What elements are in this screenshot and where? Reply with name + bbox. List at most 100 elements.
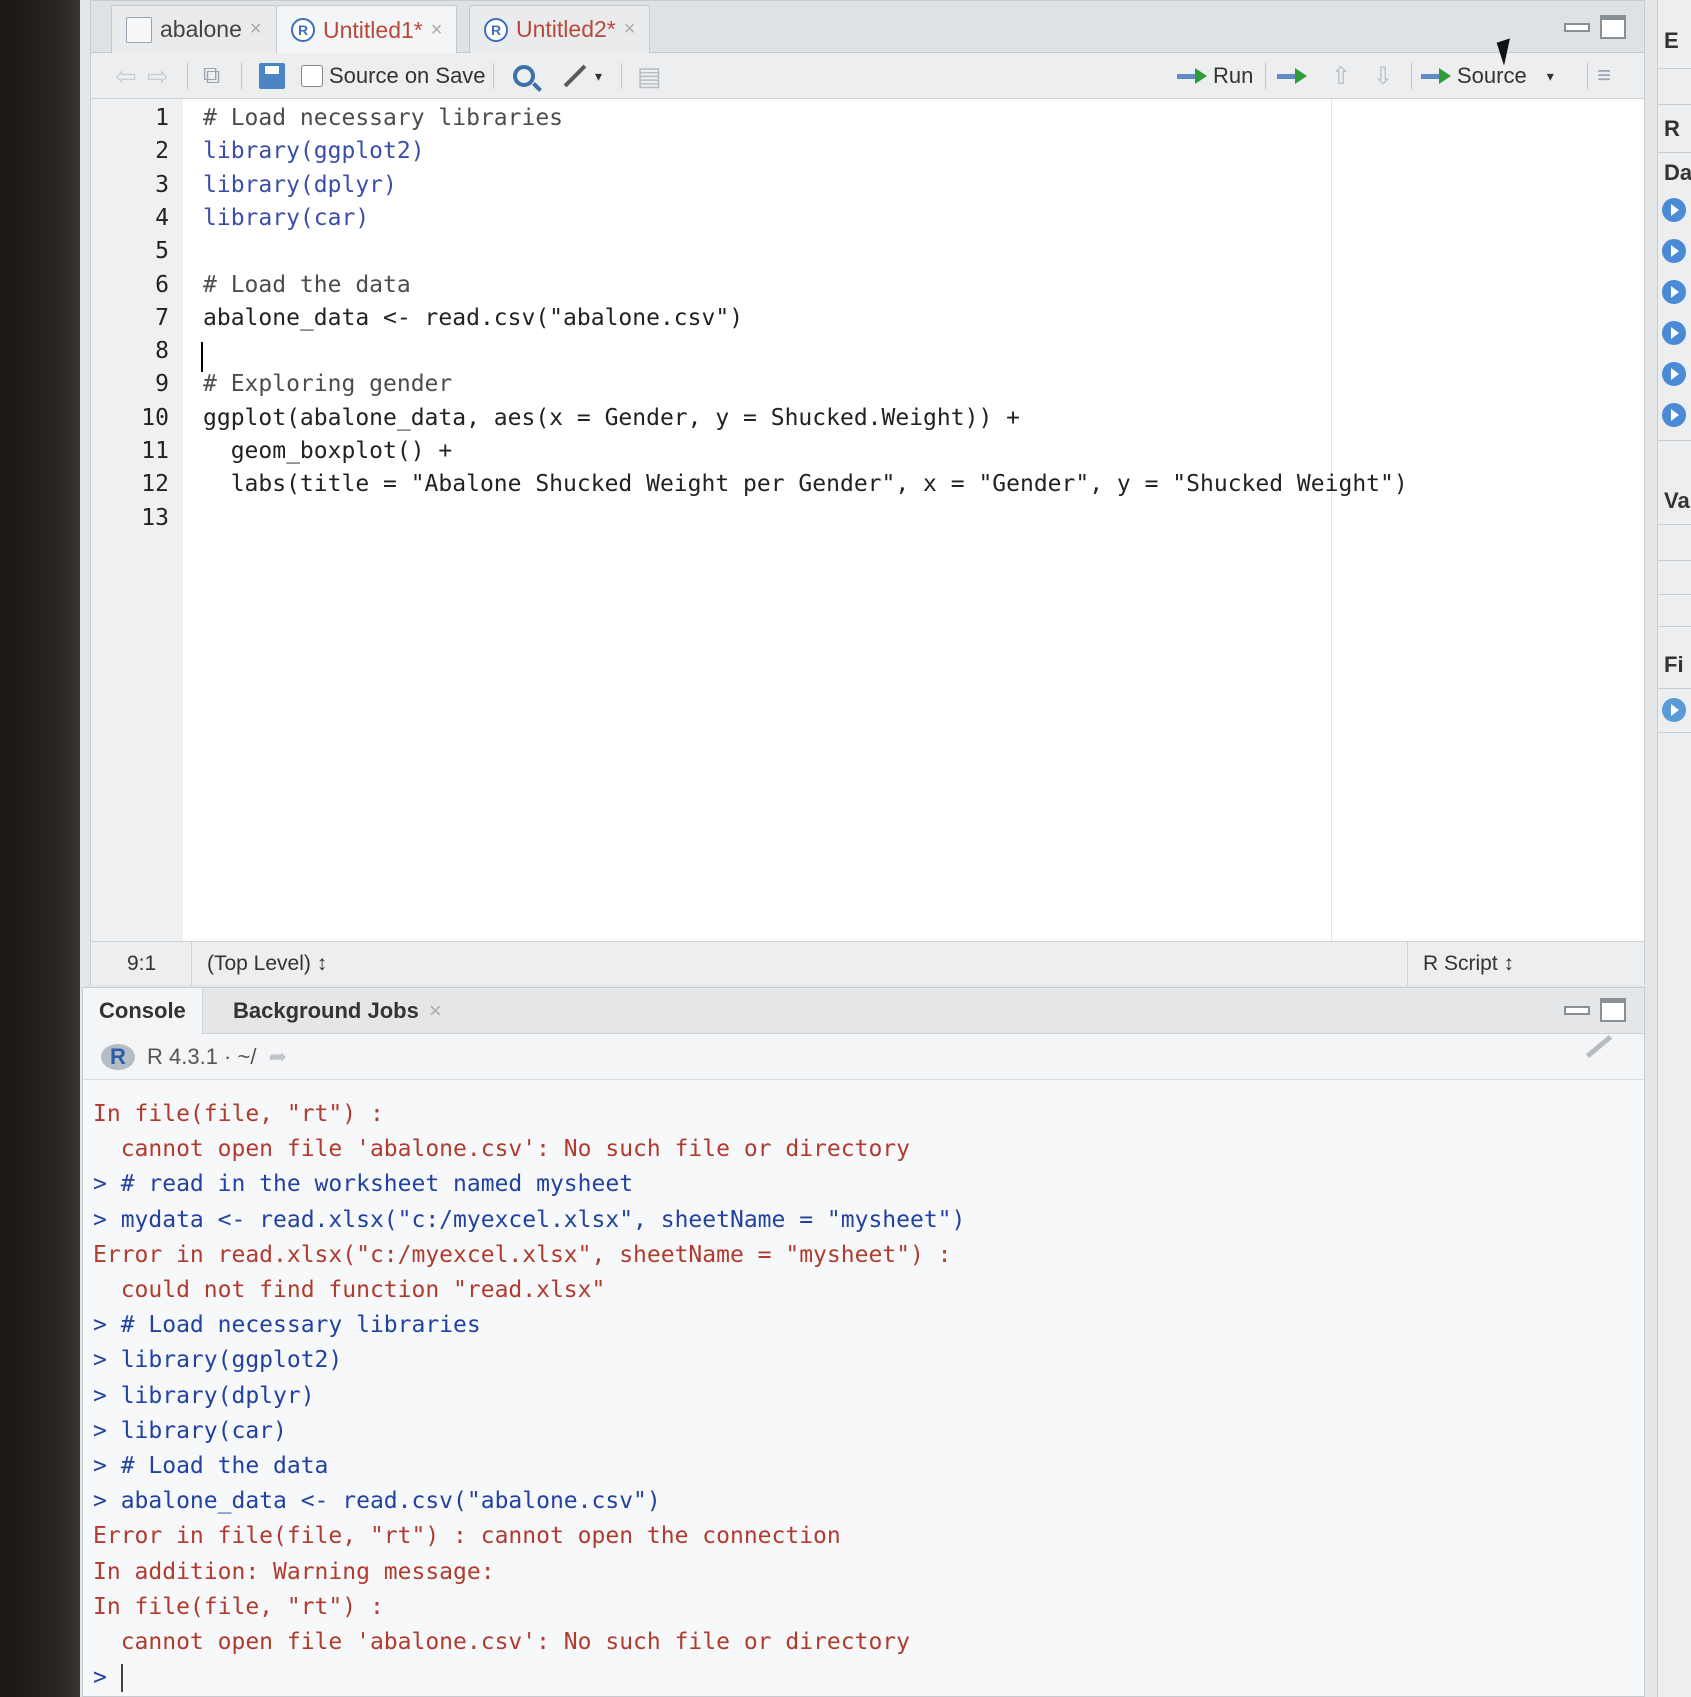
file-type-selector[interactable]: R Script ↕ (1423, 942, 1514, 986)
compile-report-icon[interactable]: ▤ (637, 53, 662, 99)
console-line: cannot open file 'abalone.csv': No such … (93, 1136, 910, 1163)
editor-statusbar: 9:1 (Top Level) ↕ R Script ↕ (91, 941, 1644, 986)
source-label: Source (1457, 63, 1527, 88)
console-output[interactable]: In file(file, "rt") : cannot open file '… (83, 1081, 1644, 1696)
tab-abalone[interactable]: abalone × (111, 5, 277, 53)
code-line[interactable]: # Exploring gender (203, 371, 452, 397)
source-pane-controls (1564, 15, 1626, 39)
tab-label: Untitled2* (516, 16, 616, 42)
code-line[interactable]: labs(title = "Abalone Shucked Weight per… (203, 471, 1408, 497)
console-line: > # read in the worksheet named mysheet (93, 1171, 634, 1198)
go-down-button[interactable]: ⇩ (1373, 53, 1393, 99)
expand-arrow-icon[interactable] (1662, 362, 1686, 386)
code-line[interactable]: library(ggplot2) (203, 138, 425, 164)
right-pane-edge: E R Da Va Fi (1657, 0, 1691, 1697)
chevron-down-icon: ▾ (595, 67, 603, 84)
save-icon (259, 63, 285, 89)
expand-arrow-icon[interactable] (1662, 239, 1686, 263)
scope-selector[interactable]: (Top Level) ↕ (207, 942, 327, 986)
source-arrow-icon (1421, 66, 1451, 86)
values-section-fragment: Va (1664, 488, 1690, 513)
console-line: > # Load the data (93, 1453, 329, 1479)
console-line: > abalone_data <- read.csv("abalone.csv"… (93, 1488, 661, 1515)
arrow-down-icon: ⇩ (1373, 62, 1394, 90)
line-number-gutter: 1 2 3 4 5 6 7 8 9 10 11 12 13 (91, 99, 183, 941)
minimize-icon[interactable] (1564, 22, 1590, 32)
table-icon (126, 16, 152, 43)
source-tabbar: abalone × R Untitled1* × R Untitled2* × (91, 1, 1644, 54)
back-icon[interactable]: ⇦ (115, 53, 137, 99)
line-number: 12 (141, 471, 169, 498)
expand-arrow-icon[interactable] (1662, 321, 1686, 345)
margin-guide (1331, 99, 1332, 941)
tab-untitled1[interactable]: R Untitled1* × (276, 5, 458, 54)
source-on-save-toggle[interactable]: Source on Save (301, 53, 486, 99)
line-number: 10 (141, 404, 169, 431)
rerun-button[interactable] (1277, 53, 1307, 99)
rerun-icon (1277, 66, 1307, 86)
expand-arrow-icon[interactable] (1662, 403, 1686, 427)
maximize-icon[interactable] (1600, 998, 1626, 1022)
tab-label: Background Jobs (233, 998, 419, 1023)
search-icon (513, 65, 535, 87)
go-up-button[interactable]: ⇧ (1331, 53, 1351, 99)
run-arrow-icon (1177, 66, 1207, 86)
files-tab-fragment[interactable]: Fi (1664, 652, 1684, 678)
console-line: could not find function "read.xlsx" (93, 1277, 606, 1303)
show-in-window-icon[interactable]: ⧉ (203, 53, 220, 99)
run-label: Run (1213, 63, 1254, 88)
code-line[interactable]: library(dplyr) (203, 172, 397, 198)
minimize-icon[interactable] (1564, 1005, 1590, 1015)
close-icon[interactable]: × (429, 998, 442, 1024)
data-section-fragment: Da (1664, 160, 1691, 185)
screen-bezel (0, 0, 80, 1697)
run-button[interactable]: Run (1177, 53, 1253, 99)
tab-label: Untitled1* (323, 16, 423, 43)
code-line[interactable]: # Load the data (203, 272, 411, 298)
code-line[interactable]: geom_boxplot() + (203, 438, 453, 464)
expand-arrow-icon[interactable] (1662, 198, 1686, 222)
code-line[interactable]: library(car) (203, 205, 369, 231)
code-line[interactable]: # Load necessary libraries (203, 105, 563, 131)
cursor-position: 9:1 (127, 952, 157, 975)
outline-icon[interactable]: ≡ (1597, 53, 1611, 99)
line-number: 1 (155, 105, 169, 131)
forward-icon[interactable]: ⇨ (147, 53, 169, 99)
close-icon[interactable]: × (431, 19, 443, 42)
line-number: 8 (155, 338, 169, 365)
environment-tab-fragment[interactable]: E (1664, 28, 1679, 54)
close-icon[interactable]: × (624, 18, 636, 41)
back-arrow-icon[interactable] (1662, 698, 1686, 722)
tab-untitled2[interactable]: R Untitled2* × (469, 5, 651, 53)
source-toolbar: ⇦ ⇨ ⧉ Source on Save ▾ ▤ Run ⇧ ⇩ Source … (91, 53, 1644, 99)
expand-arrow-icon[interactable] (1662, 280, 1686, 304)
rstudio-window: abalone × R Untitled1* × R Untitled2* × … (80, 0, 1691, 1697)
tab-background-jobs[interactable]: Background Jobs × (217, 988, 458, 1034)
source-on-save-label: Source on Save (329, 63, 486, 88)
console-line: Error in file(file, "rt") : cannot open … (93, 1523, 841, 1550)
console-line: > library(dplyr) (93, 1382, 315, 1409)
go-to-directory-icon[interactable]: ➦ (268, 1044, 286, 1070)
line-number: 9 (155, 371, 169, 398)
find-replace-button[interactable] (513, 53, 535, 99)
tab-console[interactable]: Console (83, 988, 203, 1034)
close-icon[interactable]: × (250, 18, 262, 41)
r-version-path: R 4.3.1 · ~/ (147, 1043, 257, 1069)
console-line: In file(file, "rt") : (93, 1101, 384, 1127)
console-caret (120, 1664, 123, 1693)
code-line[interactable]: abalone_data <- read.csv("abalone.csv") (203, 305, 743, 331)
code-line[interactable]: ggplot(abalone_data, aes(x = Gender, y =… (203, 405, 1020, 431)
chevron-down-icon[interactable]: ▾ (1547, 68, 1554, 85)
line-number: 3 (155, 171, 169, 198)
source-button[interactable]: Source ▾ (1421, 53, 1554, 99)
save-button[interactable] (259, 53, 285, 99)
line-number: 7 (155, 304, 169, 331)
source-on-save-checkbox[interactable] (301, 65, 323, 87)
console-line: > library(ggplot2) (93, 1347, 343, 1374)
code-tools-button[interactable]: ▾ (561, 53, 602, 99)
console-line: > # Load necessary libraries (93, 1312, 481, 1339)
maximize-icon[interactable] (1600, 15, 1626, 39)
code-editor[interactable]: 1 2 3 4 5 6 7 8 9 10 11 12 13 # Load necessary libra… (91, 99, 1644, 941)
console-prompt[interactable]: > (93, 1664, 123, 1693)
console-line: > library(car) (93, 1417, 287, 1444)
